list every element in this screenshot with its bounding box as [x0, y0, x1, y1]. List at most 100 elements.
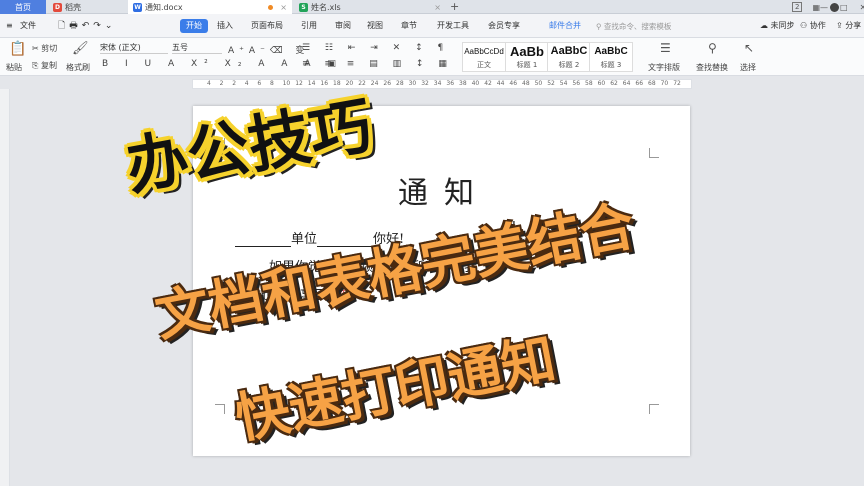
- style-heading-2[interactable]: AaBbC 标题 2: [547, 42, 591, 72]
- align-icons[interactable]: ≡ ≡ ≡ ▤ ▥ ↕ ▦ ⊞: [302, 59, 475, 69]
- cloud-icon: ☁: [760, 21, 771, 30]
- style-heading-3-sample: AaBbC: [594, 46, 628, 57]
- search-icon: ⚲: [596, 22, 604, 31]
- style-heading-2-sample: AaBbC: [550, 45, 588, 57]
- collab-label: 协作: [809, 21, 826, 30]
- collab-icon: ⚇: [800, 21, 810, 30]
- copy-label: 复制: [40, 61, 57, 70]
- close-icon[interactable]: ×: [434, 3, 441, 12]
- paste-icon[interactable]: 📋: [9, 41, 26, 57]
- menu-member[interactable]: 会员专享: [488, 19, 520, 33]
- unsaved-dot-icon: [268, 4, 274, 10]
- menu-file[interactable]: 文件: [20, 19, 36, 33]
- horizontal-ruler[interactable]: 4 2 2 4 6 8 10 12 14 16 18 20 22 24 26 28 30 32 34 36 38 40 42…: [192, 79, 692, 89]
- tab-docer[interactable]: D 稻壳: [48, 0, 126, 14]
- ruler-tick-label: 40: [471, 80, 480, 87]
- ruler-tick-label: 56: [572, 80, 581, 87]
- style-heading-1-sample: AaBb: [510, 44, 544, 59]
- unsync-button[interactable]: ☁ 未同步: [760, 19, 795, 33]
- style-heading-1-label: 标题 1: [516, 61, 538, 69]
- ruler-tick-label: 28: [396, 80, 404, 87]
- maximize-icon[interactable]: □: [840, 3, 848, 12]
- crop-mark: [649, 148, 659, 158]
- magnifier-icon[interactable]: ⚲: [708, 41, 717, 55]
- copy-icon: ⎘: [32, 61, 41, 70]
- search-input[interactable]: ⚲ 查找命令、搜索模板: [596, 20, 686, 33]
- collab-button[interactable]: ⚇ 协作: [800, 19, 826, 33]
- tab-spreadsheet[interactable]: S 姓名.xls ×: [294, 0, 446, 14]
- tab-document[interactable]: W 通知.docx ×: [128, 0, 292, 14]
- menu-bar: ≡ 文件 🗋🖶↶↷⌄ 开始 插入 页面布局 引用 审阅 视图 章节 开发工具 会…: [0, 14, 864, 38]
- ruler-tick-label: 72: [673, 80, 681, 87]
- ruler-tick-label: 46: [509, 80, 518, 87]
- ruler-tick-label: 4: [244, 80, 249, 87]
- menu-start[interactable]: 开始: [180, 19, 208, 33]
- ribbon-toolbar: 📋 粘贴 ✂ 剪切 ⎘ 复制 🖌 格式刷 宋体 (正文) 五号 A⁺A⁻⌫ 变 …: [0, 38, 864, 76]
- window-close-icon[interactable]: ✕: [860, 3, 864, 12]
- apps-grid-icon[interactable]: ▦: [812, 3, 820, 12]
- font-size-select[interactable]: 五号: [172, 42, 222, 54]
- select-button[interactable]: 选择: [740, 62, 756, 73]
- docer-icon: D: [53, 2, 62, 12]
- menu-reference[interactable]: 引用: [301, 19, 317, 33]
- style-normal[interactable]: AaBbCcDd 正文: [462, 42, 506, 72]
- copy-button[interactable]: ⎘ 复制: [32, 60, 57, 71]
- crop-mark: [649, 404, 659, 414]
- ruler-tick-label: 8: [270, 80, 274, 87]
- blank-underline: [235, 233, 291, 247]
- new-tab-button[interactable]: +: [450, 0, 459, 14]
- text-layout-icon[interactable]: ☰: [660, 41, 671, 55]
- ruler-tick-label: 58: [585, 80, 593, 87]
- window-badge[interactable]: 2: [792, 2, 803, 12]
- menu-chapter[interactable]: 章节: [401, 19, 417, 33]
- style-heading-3[interactable]: AaBbC 标题 3: [589, 42, 633, 72]
- menu-layout[interactable]: 页面布局: [251, 19, 283, 33]
- list-icons[interactable]: ☰ ☷ ⇤ ⇥ ✕ ↕ ¶: [302, 43, 449, 53]
- find-replace-button[interactable]: 查找替换: [696, 62, 728, 73]
- ruler-tick-label: 26: [383, 80, 392, 87]
- vertical-ruler[interactable]: [0, 89, 10, 486]
- quick-access-icons[interactable]: 🗋🖶↶↷⌄: [58, 19, 116, 33]
- ruler-tick-label: 62: [610, 80, 618, 87]
- hamburger-icon[interactable]: ≡: [6, 19, 13, 33]
- menu-review[interactable]: 审阅: [335, 19, 351, 33]
- ruler-tick-label: 44: [496, 80, 505, 87]
- ruler-tick-label: 50: [534, 80, 543, 87]
- share-button[interactable]: ⇪ 分享: [836, 19, 861, 33]
- share-icon: ⇪: [836, 21, 846, 30]
- font-grow-shrink-icons[interactable]: A⁺A⁻⌫ 变: [228, 43, 309, 56]
- ruler-tick-label: 68: [648, 80, 656, 87]
- menu-insert[interactable]: 插入: [217, 19, 233, 33]
- menu-devtools[interactable]: 开发工具: [437, 19, 469, 33]
- format-painter-button[interactable]: 格式刷: [66, 62, 90, 73]
- font-name-select[interactable]: 宋体 (正文): [100, 42, 168, 54]
- ruler-tick-label: 54: [559, 80, 568, 87]
- close-icon[interactable]: ×: [280, 3, 287, 12]
- ruler-tick-label: 2: [219, 80, 224, 87]
- menu-view[interactable]: 视图: [367, 19, 383, 33]
- ruler-tick-label: 48: [522, 80, 530, 87]
- style-heading-2-label: 标题 2: [558, 61, 580, 69]
- ruler-tick-label: 52: [547, 80, 555, 87]
- menu-mailmerge[interactable]: 邮件合并: [549, 19, 581, 33]
- cut-label: 剪切: [41, 44, 58, 53]
- share-label: 分享: [845, 21, 862, 30]
- format-painter-icon[interactable]: 🖌: [72, 41, 89, 56]
- tab-home[interactable]: 首页: [0, 0, 46, 14]
- ruler-tick-label: 24: [370, 80, 379, 87]
- style-heading-1[interactable]: AaBb 标题 1: [505, 42, 549, 72]
- cursor-select-icon[interactable]: ↖: [744, 41, 754, 55]
- ruler-tick-label: 60: [597, 80, 606, 87]
- text-layout-button[interactable]: 文字排版: [648, 62, 680, 73]
- search-placeholder: 查找命令、搜索模板: [603, 22, 672, 31]
- style-normal-sample: AaBbCcDd: [464, 47, 504, 56]
- document-title: 通知: [398, 176, 490, 211]
- tab-home-label: 首页: [15, 2, 31, 12]
- ruler-tick-label: 66: [635, 80, 644, 87]
- paste-button[interactable]: 粘贴: [6, 62, 22, 73]
- tab-spreadsheet-label: 姓名.xls: [311, 2, 341, 12]
- cut-button[interactable]: ✂ 剪切: [32, 43, 57, 54]
- ruler-tick-label: 4: [207, 80, 211, 87]
- ruler-tick-label: 6: [257, 80, 262, 87]
- minimize-icon[interactable]: —: [820, 3, 828, 12]
